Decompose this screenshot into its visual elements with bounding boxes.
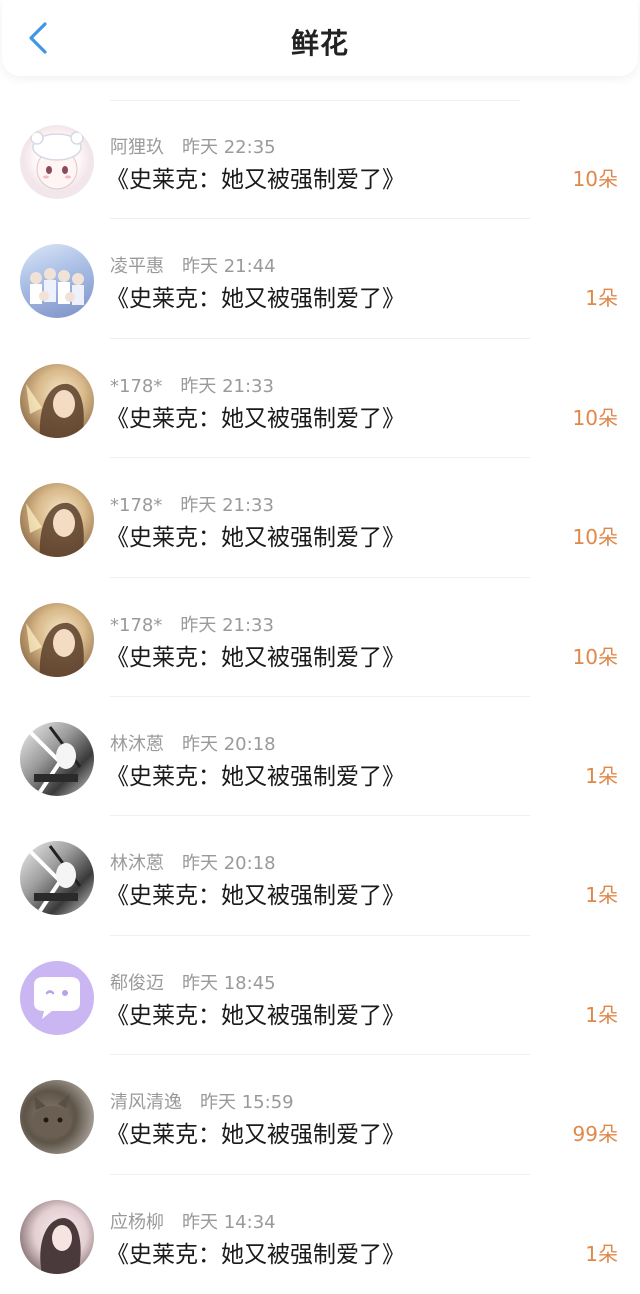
book-title[interactable]: 《史莱克：她又被强制爱了》	[106, 757, 405, 791]
list-item[interactable]: *178* 昨天 21:33 《史莱克：她又被强制爱了》 10朵	[0, 339, 640, 459]
item-meta: 凌平惠 昨天 21:44	[110, 252, 276, 278]
list-item[interactable]: 林沐蒽 昨天 20:18 《史莱克：她又被强制爱了》 1朵	[0, 697, 640, 817]
avatar[interactable]	[20, 602, 94, 677]
timestamp: 昨天 18:45	[182, 972, 276, 994]
user-name[interactable]: 郗俊迈	[110, 973, 164, 994]
user-name[interactable]: 阿狸玖	[110, 137, 164, 158]
flower-count: 10朵	[572, 167, 618, 191]
flower-gift-list: 阿狸玖 昨天 22:35 《史莱克：她又被强制爱了》 10朵 凌平惠 昨天 21:4…	[0, 100, 640, 1294]
woman-portrait-icon	[40, 1217, 81, 1274]
illustrated-girl-icon	[26, 503, 84, 558]
timestamp: 昨天 14:34	[182, 1211, 276, 1233]
item-meta: 林沐蒽 昨天 20:18	[110, 730, 276, 756]
timestamp: 昨天 15:59	[200, 1092, 294, 1114]
timestamp: 昨天 22:35	[182, 137, 276, 158]
list-item[interactable]: 清风清逸 昨天 15:59 《史莱克：她又被强制爱了》 99朵	[0, 1055, 640, 1175]
timestamp: 昨天 20:18	[182, 853, 276, 875]
flower-count: 1朵	[585, 763, 618, 788]
user-name[interactable]: 凌平惠	[110, 256, 164, 277]
top-bar: 鲜花	[2, 0, 638, 76]
avatar[interactable]	[20, 960, 94, 1035]
flower-count: 10朵	[572, 405, 618, 430]
user-name[interactable]: 林沐蒽	[110, 853, 164, 874]
group-photo-icon	[30, 268, 84, 306]
book-title[interactable]: 《史莱克：她又被强制爱了》	[106, 160, 405, 194]
timestamp: 昨天 21:33	[180, 614, 274, 636]
item-meta: 应杨柳 昨天 14:34	[110, 1208, 276, 1234]
list-item[interactable]: 应杨柳 昨天 14:34 《史莱克：她又被强制爱了》 1朵	[0, 1175, 640, 1294]
user-name[interactable]: 林沐蒽	[110, 734, 164, 755]
item-meta: *178* 昨天 21:33	[110, 372, 274, 398]
user-name[interactable]: 清风清逸	[110, 1092, 182, 1113]
flower-count: 1朵	[585, 1241, 618, 1266]
book-title[interactable]: 《史莱克：她又被强制爱了》	[106, 518, 405, 552]
avatar[interactable]	[20, 1199, 94, 1274]
flower-count: 1朵	[585, 883, 618, 908]
avatar[interactable]	[20, 721, 94, 796]
flower-count: 99朵	[572, 1122, 618, 1147]
page-title: 鲜花	[290, 27, 349, 60]
anime-girl-icon	[30, 131, 84, 190]
avatar[interactable]	[20, 125, 94, 199]
list-item[interactable]: *178* 昨天 21:33 《史莱克：她又被强制爱了》 10朵	[0, 578, 640, 697]
item-meta: 林沐蒽 昨天 20:18	[110, 849, 276, 875]
avatar[interactable]	[20, 363, 94, 438]
illustrated-girl-icon	[26, 383, 84, 438]
avatar[interactable]	[20, 244, 94, 319]
user-name[interactable]: *178*	[110, 376, 162, 397]
timestamp: 昨天 21:33	[180, 375, 274, 397]
flower-count: 10朵	[572, 525, 618, 550]
avatar[interactable]	[20, 1080, 94, 1155]
timestamp: 昨天 21:33	[180, 495, 274, 517]
manga-figure-icon	[28, 845, 82, 913]
item-meta: 清风清逸 昨天 15:59	[110, 1088, 294, 1114]
item-meta: 阿狸玖 昨天 22:35	[110, 133, 276, 159]
flower-count: 1朵	[585, 286, 618, 311]
list-item[interactable]: 阿狸玖 昨天 22:35 《史莱克：她又被强制爱了》 10朵	[0, 100, 640, 220]
item-meta: *178* 昨天 21:33	[110, 611, 274, 637]
avatar[interactable]	[20, 483, 94, 558]
timestamp: 昨天 20:18	[182, 733, 276, 755]
manga-figure-icon	[28, 726, 82, 794]
chat-bubble-icon	[34, 976, 80, 1019]
book-title[interactable]: 《史莱克：她又被强制爱了》	[106, 399, 405, 433]
avatar[interactable]	[20, 841, 94, 916]
flower-count: 10朵	[572, 644, 618, 669]
cat-icon	[32, 1094, 72, 1139]
user-name[interactable]: 应杨柳	[110, 1212, 164, 1233]
item-meta: 郗俊迈 昨天 18:45	[110, 969, 276, 995]
user-name[interactable]: *178*	[110, 495, 162, 516]
user-name[interactable]: *178*	[110, 615, 162, 636]
illustrated-girl-icon	[26, 622, 84, 677]
list-item[interactable]: 凌平惠 昨天 21:44 《史莱克：她又被强制爱了》 1朵	[0, 219, 640, 339]
list-item[interactable]: 郗俊迈 昨天 18:45 《史莱克：她又被强制爱了》 1朵	[0, 936, 640, 1056]
list-item[interactable]: 林沐蒽 昨天 20:18 《史莱克：她又被强制爱了》 1朵	[0, 816, 640, 936]
book-title[interactable]: 《史莱克：她又被强制爱了》	[106, 279, 405, 313]
flower-count: 1朵	[585, 1002, 618, 1027]
list-item[interactable]: *178* 昨天 21:33 《史莱克：她又被强制爱了》 10朵	[0, 458, 640, 578]
book-title[interactable]: 《史莱克：她又被强制爱了》	[106, 1235, 405, 1269]
book-title[interactable]: 《史莱克：她又被强制爱了》	[106, 876, 405, 910]
book-title[interactable]: 《史莱克：她又被强制爱了》	[106, 996, 405, 1030]
book-title[interactable]: 《史莱克：她又被强制爱了》	[106, 1115, 405, 1149]
item-meta: *178* 昨天 21:33	[110, 491, 274, 517]
book-title[interactable]: 《史莱克：她又被强制爱了》	[106, 638, 405, 672]
timestamp: 昨天 21:44	[182, 256, 276, 278]
